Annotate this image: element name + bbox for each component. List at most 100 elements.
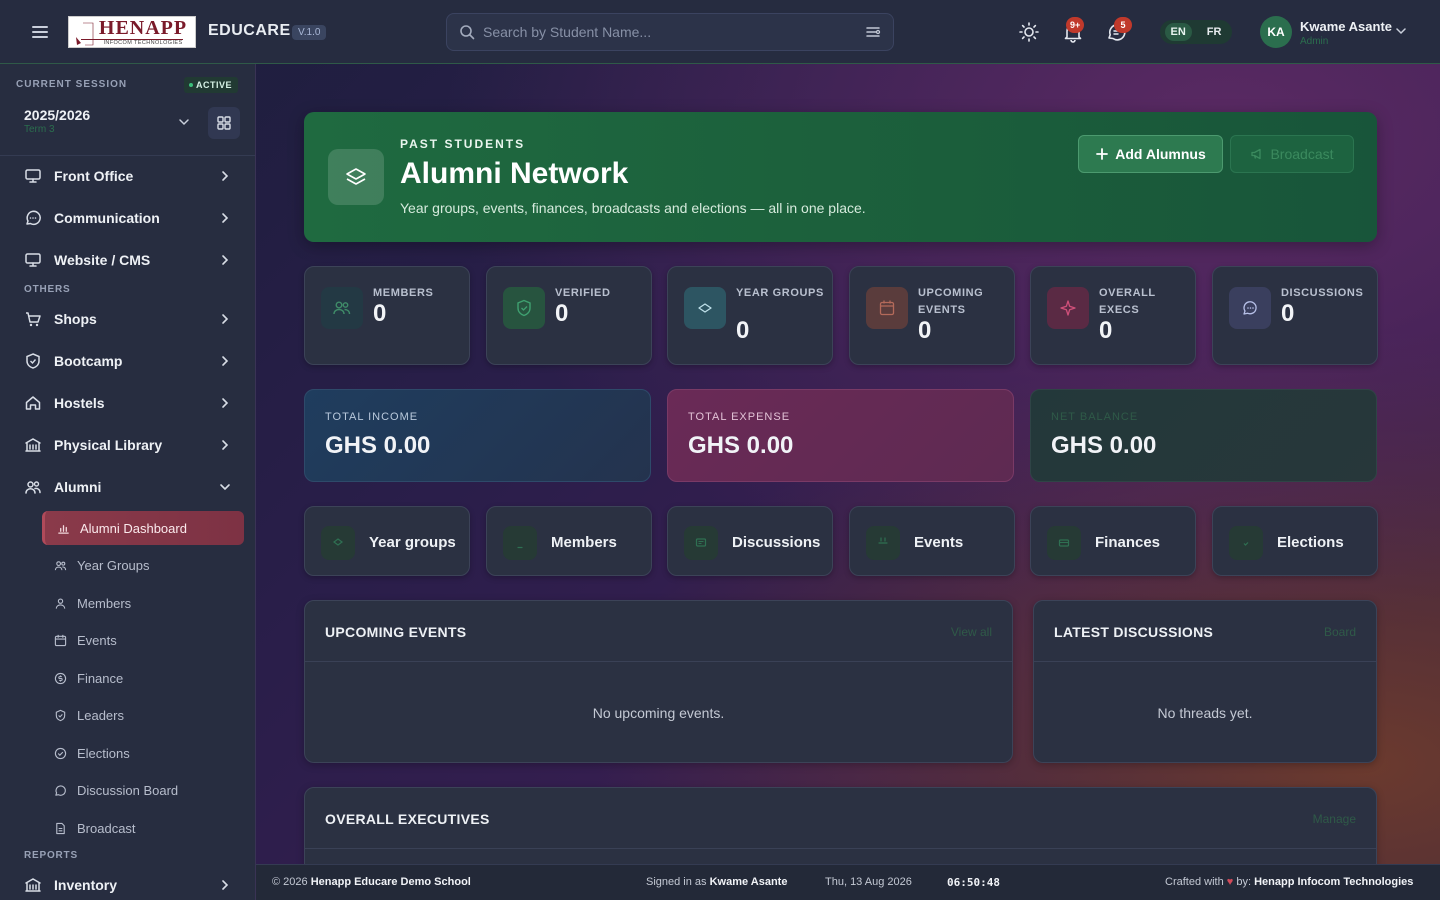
sidebar-subitem-label: Discussion Board (77, 782, 179, 798)
quick-link-discussions[interactable]: Discussions (667, 506, 833, 576)
stat-card-year-groups: YEAR GROUPS 0 (667, 266, 833, 365)
plus-icon (1096, 148, 1109, 160)
logo-subtext: INFOCOM TECHNOLOGIES (81, 38, 183, 47)
user-role: Admin (1300, 36, 1329, 47)
chevron-right-icon (218, 878, 232, 892)
sidebar: CURRENT SESSION ACTIVE 2025/2026 Term 3 … (0, 64, 256, 900)
sidebar-item-shops[interactable]: Shops (0, 298, 255, 340)
avatar[interactable]: KA (1260, 16, 1292, 48)
sidebar-item-label: Alumni (54, 479, 102, 495)
building-icon (24, 876, 42, 894)
sidebar-subitem-alumni-dashboard[interactable]: Alumni Dashboard (42, 511, 244, 545)
crafted-prefix: Crafted with (1165, 876, 1224, 888)
footer-date: Thu, 13 Aug 2026 (825, 876, 912, 888)
stat-label: MEMBERS (373, 287, 434, 299)
quick-link-label: Members (551, 534, 617, 551)
chat-icon (684, 526, 718, 560)
sidebar-item-website-cms[interactable]: Website / CMS (0, 239, 255, 281)
users-icon (24, 478, 42, 496)
quick-link-finances[interactable]: Finances (1030, 506, 1196, 576)
panel-header: LATEST DISCUSSIONS Board (1034, 601, 1376, 662)
sidebar-item-hostels[interactable]: Hostels (0, 382, 255, 424)
sidebar-item-physical-library[interactable]: Physical Library (0, 424, 255, 466)
sidebar-subitem-finance[interactable]: Finance (42, 661, 244, 695)
sidebar-item-communication[interactable]: Communication (0, 197, 255, 239)
notifications-badge: 9+ (1066, 17, 1085, 33)
net-balance-label: NET BALANCE (1051, 411, 1139, 423)
sidebar-subitem-events[interactable]: Events (42, 623, 244, 657)
top-bar: HENAPP INFOCOM TECHNOLOGIES EDUCARE V.1.… (0, 0, 1440, 64)
sun-icon[interactable] (1017, 20, 1041, 44)
menu-icon[interactable] (28, 20, 52, 44)
signed-in-prefix: Signed in as (646, 876, 707, 888)
sidebar-item-label: Communication (54, 210, 160, 226)
add-alumnus-label: Add Alumnus (1115, 146, 1206, 162)
sidebar-item-label: Website / CMS (54, 252, 151, 268)
monitor-icon (24, 251, 42, 269)
logo[interactable]: HENAPP INFOCOM TECHNOLOGIES (68, 16, 196, 48)
sidebar-item-inventory[interactable]: Inventory (0, 864, 255, 900)
school-name: Henapp Educare Demo School (310, 876, 471, 888)
page-title: Alumni Network (400, 157, 629, 190)
sidebar-subitem-leaders[interactable]: Leaders (42, 698, 244, 732)
stat-value: 0 (918, 317, 932, 344)
panel-title: LATEST DISCUSSIONS (1054, 624, 1214, 640)
sidebar-item-alumni[interactable]: Alumni (0, 466, 255, 508)
session-year[interactable]: 2025/2026 (24, 107, 90, 123)
user-icon (54, 597, 67, 610)
sidebar-subitem-broadcast[interactable]: Broadcast (42, 811, 244, 845)
section-reports: REPORTS (24, 850, 78, 861)
chevron-down-icon[interactable] (1394, 24, 1408, 38)
sidebar-item-front-office[interactable]: Front Office (0, 155, 255, 197)
sidebar-subitem-discussion-board[interactable]: Discussion Board (42, 773, 244, 807)
session-label: CURRENT SESSION (16, 79, 128, 90)
messages-badge: 5 (1114, 17, 1132, 33)
chat-icon (54, 784, 67, 797)
quick-link-label: Year groups (369, 534, 456, 551)
sidebar-subitem-elections[interactable]: Elections (42, 736, 244, 770)
sidebar-subitem-label: Finance (77, 670, 124, 686)
footer: © 2026 Henapp Educare Demo School Signed… (256, 864, 1440, 900)
stat-card-verified: VERIFIED 0 (486, 266, 652, 365)
layers-icon (321, 526, 355, 560)
quick-link-year-groups[interactable]: Year groups (304, 506, 470, 576)
total-income-value: GHS 0.00 (325, 432, 431, 459)
quick-link-elections[interactable]: Elections (1212, 506, 1378, 576)
chevron-right-icon (218, 312, 232, 326)
add-alumnus-button[interactable]: Add Alumnus (1078, 135, 1223, 173)
view-all-link[interactable]: View all (951, 625, 992, 639)
filter-icon[interactable] (865, 24, 881, 40)
panel-title: UPCOMING EVENTS (325, 624, 467, 640)
stat-value: 0 (555, 300, 569, 327)
search-input[interactable] (483, 14, 863, 50)
users-icon (321, 287, 363, 329)
stat-value: 0 (1099, 317, 1113, 344)
stat-value: 0 (1281, 300, 1295, 327)
stat-label: DISCUSSIONS (1281, 287, 1364, 299)
quick-link-events[interactable]: Events (849, 506, 1015, 576)
user-icon (503, 526, 537, 560)
chevron-down-icon[interactable] (177, 115, 191, 129)
grid-icon[interactable] (208, 107, 240, 139)
chevron-right-icon (218, 354, 232, 368)
sidebar-item-bootcamp[interactable]: Bootcamp (0, 340, 255, 382)
user-name[interactable]: Kwame Asante (1300, 19, 1392, 34)
hero-banner: PAST STUDENTS Alumni Network Year groups… (304, 112, 1377, 242)
chevron-right-icon (218, 211, 232, 225)
company-name[interactable]: Henapp Infocom Technologies (1254, 876, 1413, 888)
quick-link-members[interactable]: Members (486, 506, 652, 576)
language-en[interactable]: EN (1164, 23, 1192, 41)
sidebar-item-label: Physical Library (54, 437, 163, 453)
sidebar-subitem-year-groups[interactable]: Year Groups (42, 548, 244, 582)
board-link[interactable]: Board (1324, 625, 1356, 639)
chevron-right-icon (218, 396, 232, 410)
broadcast-button[interactable]: Broadcast (1230, 135, 1354, 173)
sidebar-subitem-label: Broadcast (77, 820, 136, 836)
language-fr[interactable]: FR (1201, 23, 1228, 41)
coin-icon (54, 672, 67, 685)
chevron-right-icon (218, 253, 232, 267)
search-icon (459, 24, 475, 40)
sidebar-subitem-members[interactable]: Members (42, 586, 244, 620)
manage-link[interactable]: Manage (1313, 812, 1356, 826)
footer-clock: 06:50:48 (947, 876, 1000, 889)
